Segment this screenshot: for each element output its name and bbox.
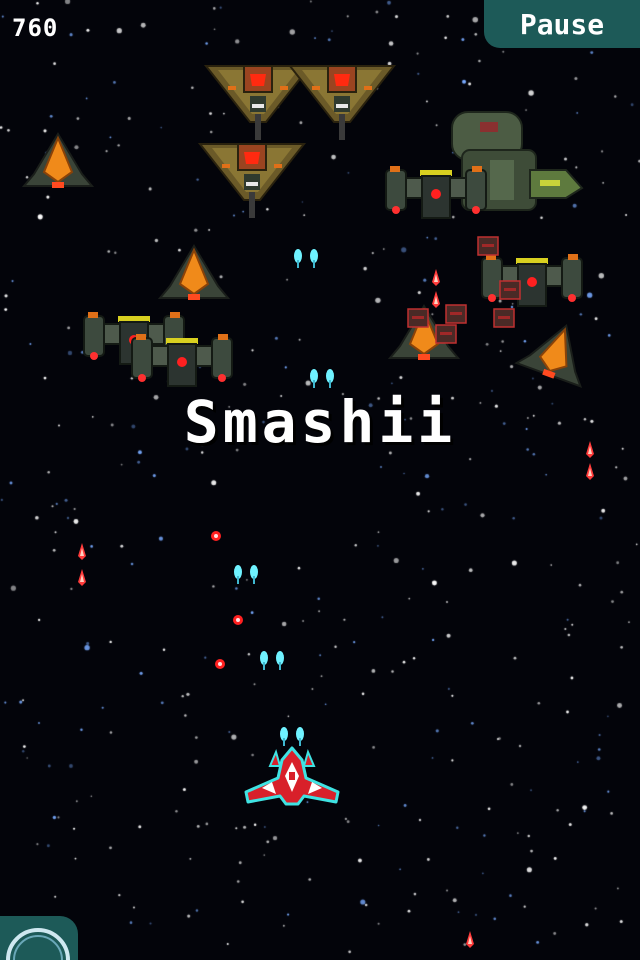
bomber-enemy [289, 65, 395, 141]
player-laser [234, 565, 258, 584]
bomber-enemy [205, 65, 311, 141]
scout-enemy [159, 245, 229, 301]
enemy-bullet [78, 543, 86, 560]
player-laser [294, 249, 318, 268]
combo-popup-text: Smashii [183, 388, 457, 456]
game-screen[interactable]: 760 Pause Smashii [0, 0, 640, 960]
wreck-debris [445, 304, 467, 324]
enemy-bullet [586, 463, 594, 480]
bomb-icon [6, 928, 70, 960]
enemy-orb [215, 659, 225, 669]
enemy-orb [211, 531, 221, 541]
enemy-bullet [78, 569, 86, 586]
wreck-debris [477, 236, 499, 256]
player-laser [280, 727, 304, 746]
bomber-enemy [199, 143, 305, 219]
gunship-enemy [385, 165, 487, 219]
wreck-debris [499, 280, 521, 300]
enemy-bullet [432, 291, 440, 308]
enemy-bullet [432, 269, 440, 286]
score-counter: 760 [12, 14, 59, 42]
wreck-debris [493, 308, 515, 328]
player-laser [260, 651, 284, 670]
pause-button[interactable]: Pause [484, 0, 640, 48]
gunship-enemy [481, 253, 583, 307]
battlefield [23, 65, 600, 948]
player-ship-icon[interactable] [244, 746, 340, 806]
enemy-orb [233, 615, 243, 625]
pause-button-label: Pause [519, 7, 605, 41]
scout-enemy [514, 313, 600, 390]
wreck-debris [435, 324, 457, 344]
enemy-bullet [466, 931, 474, 948]
wreck-debris [407, 308, 429, 328]
scout-enemy [23, 133, 93, 189]
bomb-button[interactable] [0, 916, 78, 960]
player-laser [310, 369, 334, 388]
gunship-enemy [131, 333, 233, 387]
